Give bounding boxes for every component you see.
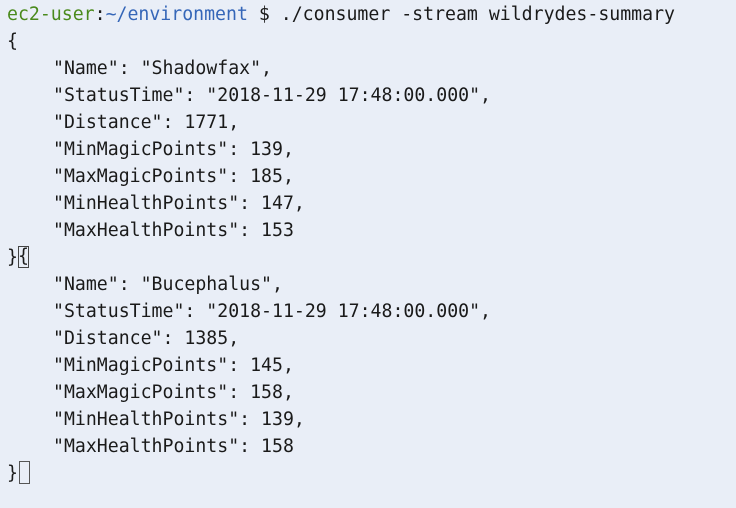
record-2-close-brace: }: [7, 463, 18, 484]
field-status-time: "StatusTime": "2018-11-29 17:48:00.000",: [53, 301, 491, 322]
record-1-close-brace: }: [7, 247, 18, 268]
json-field-line: "MaxHealthPoints": 153: [7, 217, 294, 244]
field-min-health-points: "MinHealthPoints": 147,: [53, 193, 305, 214]
json-field-line: "StatusTime": "2018-11-29 17:48:00.000",: [7, 82, 491, 109]
field-min-magic-points: "MinMagicPoints": 145,: [53, 355, 294, 376]
json-field-line: "MaxMagicPoints": 185,: [7, 163, 294, 190]
json-field-line: "StatusTime": "2018-11-29 17:48:00.000",: [7, 298, 491, 325]
json-field-line: "Name": "Bucephalus",: [7, 271, 283, 298]
terminal-cursor: [18, 461, 30, 484]
json-field-line: "Distance": 1385,: [7, 325, 239, 352]
prompt-user-host: ec2-user: [7, 4, 95, 25]
field-status-time: "StatusTime": "2018-11-29 17:48:00.000",: [53, 85, 491, 106]
prompt-line: ec2-user:~/environment $ ./consumer -str…: [7, 1, 675, 28]
field-min-magic-points: "MinMagicPoints": 139,: [53, 139, 294, 160]
field-max-magic-points: "MaxMagicPoints": 185,: [53, 166, 294, 187]
field-name: "Name": "Shadowfax",: [53, 58, 272, 79]
json-field-line: "MinHealthPoints": 147,: [7, 190, 305, 217]
field-name: "Name": "Bucephalus",: [53, 274, 283, 295]
json-field-line: "MinMagicPoints": 145,: [7, 352, 294, 379]
field-distance: "Distance": 1771,: [53, 112, 240, 133]
record-2-close-line: }: [7, 460, 30, 487]
field-max-health-points: "MaxHealthPoints": 153: [53, 220, 294, 241]
record-1-open-brace: {: [7, 31, 18, 52]
field-max-health-points: "MaxHealthPoints": 158: [53, 436, 294, 457]
json-field-line: "Name": "Shadowfax",: [7, 55, 272, 82]
field-distance: "Distance": 1385,: [53, 328, 240, 349]
command-text: ./consumer -stream wildrydes-summary: [280, 4, 675, 25]
json-field-line: "MaxHealthPoints": 158: [7, 433, 294, 460]
field-min-health-points: "MinHealthPoints": 139,: [53, 409, 305, 430]
prompt-symbol: $: [258, 4, 270, 25]
prompt-separator: :: [94, 4, 106, 25]
json-field-line: "Distance": 1771,: [7, 109, 239, 136]
record-boundary-line: }{: [7, 244, 29, 271]
prompt-path: ~/environment: [105, 4, 248, 25]
bracket-match-highlight: {: [17, 246, 29, 268]
field-max-magic-points: "MaxMagicPoints": 158,: [53, 382, 294, 403]
json-field-line: "MinMagicPoints": 139,: [7, 136, 294, 163]
json-field-line: "MinHealthPoints": 139,: [7, 406, 305, 433]
terminal-window[interactable]: ec2-user:~/environment $ ./consumer -str…: [0, 0, 736, 508]
json-field-line: "MaxMagicPoints": 158,: [7, 379, 294, 406]
